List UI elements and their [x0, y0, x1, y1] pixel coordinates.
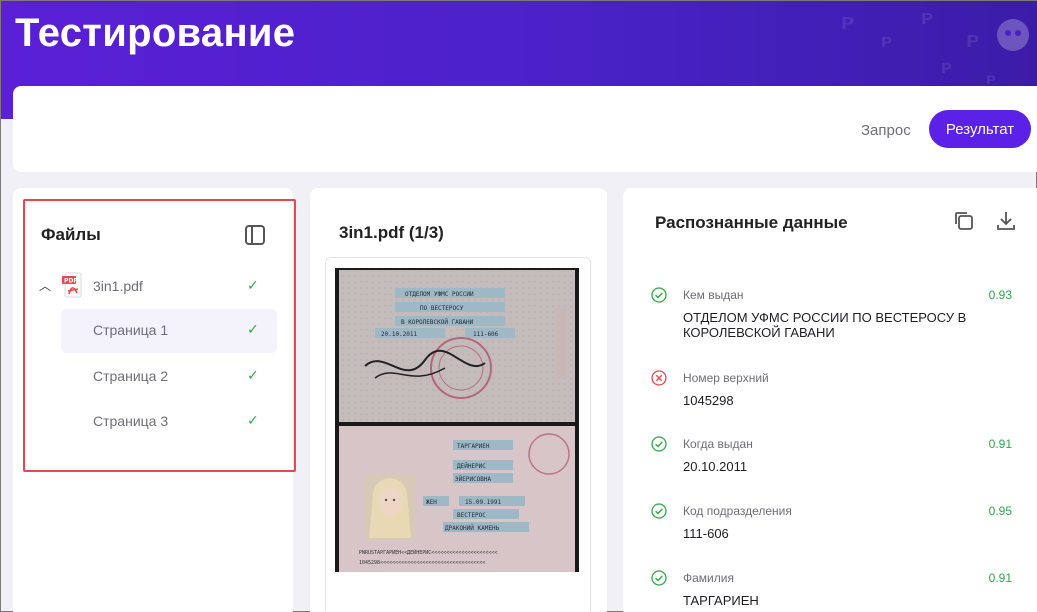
pdf-file-icon: PDF — [62, 272, 82, 298]
field-label: Фамилия — [683, 571, 734, 585]
decor-icon: ᴩ — [921, 7, 934, 29]
field-score: 0.91 — [988, 571, 1012, 585]
sidebar-toggle-icon[interactable] — [245, 225, 265, 245]
field-item: Номер верхний 1045298 — [651, 370, 1021, 410]
field-score: 0.91 — [988, 437, 1012, 451]
mascot-icon — [997, 19, 1029, 51]
tab-request[interactable]: Запрос — [861, 122, 911, 139]
check-icon: ✓ — [247, 412, 259, 428]
check-icon: ✓ — [247, 367, 259, 383]
scan-name: ДЕЙНЕРИС — [457, 463, 486, 470]
page-item[interactable]: Страница 3 ✓ — [61, 400, 277, 444]
scan-patronymic: ЭЙЕРИСОВНА — [455, 476, 492, 483]
decor-icon: ᴩ — [966, 27, 980, 52]
page-item[interactable]: Страница 1 ✓ — [61, 309, 277, 353]
scan-code: 111-606 — [473, 331, 499, 338]
chevron-up-icon[interactable]: ︿ — [39, 277, 51, 294]
scan-issuer-line: ПО ВЕСТЕРОСУ — [420, 305, 464, 312]
page-label: Страница 1 — [93, 322, 169, 338]
check-icon: ✓ — [247, 277, 259, 293]
field-label: Когда выдан — [683, 437, 753, 451]
scan-mrz-line: PNRUSТАРГАРИЕН<<ДЕЙНЕРИС<<<<<<<<<<<<<<<<… — [359, 549, 497, 556]
scan-issuer-line: ОТДЕЛОМ УФМС РОССИИ — [405, 291, 474, 298]
error-icon — [651, 370, 667, 386]
field-label: Номер верхний — [683, 371, 769, 385]
page-item[interactable]: Страница 2 ✓ — [61, 355, 277, 399]
copy-icon[interactable] — [952, 209, 976, 233]
field-item: Когда выдан 0.91 20.10.2011 — [651, 436, 1021, 476]
scan-date: 20.10.2011 — [381, 331, 418, 338]
page-label: Страница 3 — [93, 413, 169, 429]
field-score: 0.95 — [988, 504, 1012, 518]
field-label: Кем выдан — [683, 288, 744, 302]
scan-birth-place: ДРАКОНИЙ КАМЕНЬ — [445, 525, 500, 532]
scan-issuer-line: В КОРОЛЕВСКОЙ ГАВАНИ — [401, 319, 474, 326]
recognized-data-title: Распознанные данные — [655, 213, 848, 232]
field-value: ТАРГАРИЕН — [683, 593, 759, 608]
field-value: 1045298 — [683, 393, 734, 408]
download-icon[interactable] — [994, 209, 1018, 233]
svg-text:PDF: PDF — [64, 278, 77, 285]
field-score: 0.93 — [988, 288, 1012, 302]
success-icon — [651, 503, 667, 519]
file-name[interactable]: 3in1.pdf — [93, 278, 143, 294]
decor-icon: ᴩ — [841, 9, 855, 34]
scan-birth-date: 15.09.1991 — [465, 499, 502, 506]
field-value: 20.10.2011 — [683, 459, 748, 474]
scan-mrz-line: 1045298<<<<<<<<<<<<<<<<<<<<<<<<<<<<<<<<<… — [359, 560, 485, 566]
success-icon — [651, 570, 667, 586]
decor-icon: ᴩ — [881, 31, 893, 51]
field-item: Фамилия 0.91 ТАРГАРИЕН — [651, 570, 1021, 610]
success-icon — [651, 287, 667, 303]
scan-surname: ТАРГАРИЕН — [457, 443, 490, 450]
tab-result[interactable]: Результат — [929, 110, 1031, 148]
decor-icon: ᴩ — [941, 57, 953, 77]
field-item: Кем выдан 0.93 ОТДЕЛОМ УФМС РОССИИ ПО ВЕ… — [651, 287, 1021, 347]
preview-title: 3in1.pdf (1/3) — [339, 223, 444, 242]
field-label: Код подразделения — [683, 504, 792, 518]
field-value: ОТДЕЛОМ УФМС РОССИИ ПО ВЕСТЕРОСУ В КОРОЛ… — [683, 310, 967, 340]
scan-sex: ЖЕН — [426, 499, 437, 506]
files-title: Файлы — [41, 225, 101, 244]
success-icon — [651, 436, 667, 452]
check-icon: ✓ — [247, 321, 259, 337]
scan-birth-place: ВЕСТЕРОС — [457, 512, 486, 519]
passport-scan-image: ОТДЕЛОМ УФМС РОССИИ ПО ВЕСТЕРОСУ В КОРОЛ… — [335, 268, 579, 572]
field-item: Код подразделения 0.95 111-606 — [651, 503, 1021, 543]
field-value: 111-606 — [683, 526, 729, 541]
page-label: Страница 2 — [93, 368, 169, 384]
page-title: Тестирование — [15, 11, 296, 55]
